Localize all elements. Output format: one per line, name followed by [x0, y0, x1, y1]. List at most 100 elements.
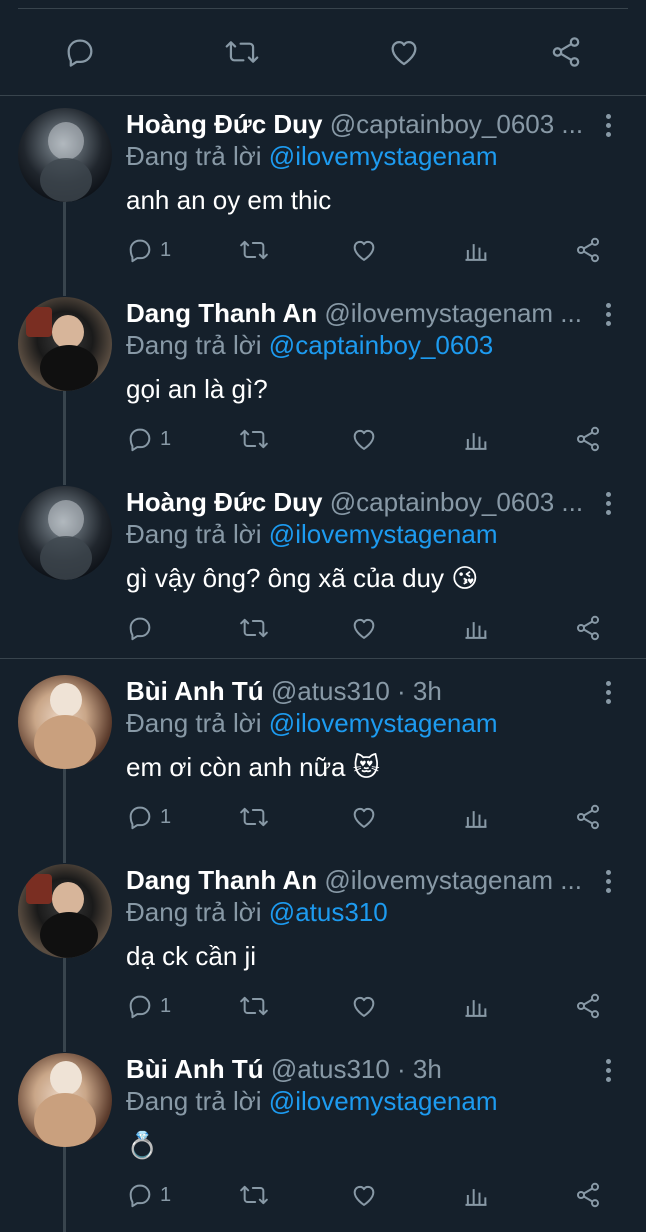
mention-link[interactable]: @ilovemystagenam [269, 519, 498, 549]
share-button[interactable] [574, 421, 602, 457]
like-button[interactable] [350, 1177, 378, 1213]
reply-button[interactable]: 1 [126, 421, 171, 457]
display-name[interactable]: Dang Thanh An [126, 865, 317, 895]
like-button[interactable] [350, 421, 378, 457]
retweet-button[interactable] [238, 799, 270, 835]
tweet[interactable]: Bùi Anh Tú @atus310 · 3h Đang trả lời @i… [0, 1045, 646, 1232]
handle[interactable]: @ilovemystagenam ... [324, 865, 582, 895]
reply-button[interactable] [62, 34, 98, 70]
reply-icon [129, 428, 151, 452]
avatar[interactable] [18, 864, 112, 958]
like-button[interactable] [386, 34, 422, 70]
display-name[interactable]: Hoàng Đức Duy [126, 109, 323, 139]
heart-icon [353, 240, 375, 261]
share-icon [552, 37, 580, 67]
heart-icon [353, 807, 375, 828]
handle[interactable]: @captainboy_0603 ... [330, 487, 583, 517]
mention-link[interactable]: @ilovemystagenam [269, 1086, 498, 1116]
avatar[interactable] [18, 297, 112, 391]
mention-link[interactable]: @ilovemystagenam [269, 141, 498, 171]
retweet-icon [240, 807, 268, 827]
retweet-button[interactable] [238, 610, 270, 646]
tweet[interactable]: Hoàng Đức Duy @captainboy_0603 ... Đang … [0, 100, 646, 289]
reply-count: 1 [160, 994, 172, 1017]
more-options-icon[interactable] [600, 490, 618, 518]
tweet-actions: 1 [126, 799, 606, 835]
share-button[interactable] [548, 34, 584, 70]
handle[interactable]: @atus310 · 3h [271, 676, 442, 706]
handle[interactable]: @captainboy_0603 ... [330, 109, 583, 139]
analytics-button[interactable] [462, 988, 490, 1024]
tweet-text: dạ ck cần ji [126, 941, 257, 971]
mention-link[interactable]: @atus310 [269, 897, 388, 927]
share-button[interactable] [574, 1177, 602, 1213]
tweet[interactable]: Dang Thanh An @ilovemystagenam ... Đang … [0, 289, 646, 478]
retweet-button[interactable] [224, 34, 260, 70]
analytics-icon [465, 622, 487, 639]
tweet-text: gì vậy ông? ông xã của duy 😘 [126, 563, 479, 593]
tweet[interactable]: Bùi Anh Tú @atus310 · 3h Đang trả lời @i… [0, 667, 646, 856]
replying-to: Đang trả lời @ilovemystagenam [126, 141, 498, 171]
display-name[interactable]: Dang Thanh An [126, 298, 317, 328]
analytics-icon [465, 244, 487, 261]
display-name[interactable]: Hoàng Đức Duy [126, 487, 323, 517]
more-options-icon[interactable] [600, 301, 618, 329]
handle[interactable]: @atus310 · 3h [271, 1054, 442, 1084]
analytics-button[interactable] [462, 610, 490, 646]
like-button[interactable] [350, 610, 378, 646]
display-name[interactable]: Bùi Anh Tú [126, 1054, 264, 1084]
reply-button[interactable]: 1 [126, 988, 171, 1024]
mention-link[interactable]: @captainboy_0603 [269, 330, 493, 360]
more-options-icon[interactable] [600, 868, 618, 896]
tweet-text: 💍 [126, 1130, 159, 1160]
retweet-button[interactable] [238, 421, 270, 457]
reply-count: 1 [160, 427, 172, 450]
like-button[interactable] [350, 988, 378, 1024]
reply-count: 1 [160, 238, 172, 261]
reply-button[interactable]: 1 [126, 232, 171, 268]
more-options-icon[interactable] [600, 112, 618, 140]
retweet-button[interactable] [238, 1177, 270, 1213]
reply-icon [129, 995, 151, 1019]
like-button[interactable] [350, 799, 378, 835]
retweet-icon [240, 618, 268, 638]
avatar[interactable] [18, 486, 112, 580]
mention-link[interactable]: @ilovemystagenam [269, 708, 498, 738]
share-button[interactable] [574, 610, 602, 646]
tweet[interactable]: Dang Thanh An @ilovemystagenam ... Đang … [0, 856, 646, 1045]
retweet-button[interactable] [238, 232, 270, 268]
tweet-actions: 1 [126, 1177, 606, 1213]
section-divider [0, 95, 646, 96]
display-name[interactable]: Bùi Anh Tú [126, 676, 264, 706]
analytics-icon [465, 1000, 487, 1017]
reply-button[interactable]: 1 [126, 1177, 171, 1213]
avatar[interactable] [18, 1053, 112, 1147]
analytics-button[interactable] [462, 421, 490, 457]
share-icon [576, 993, 600, 1019]
avatar[interactable] [18, 675, 112, 769]
tweet-actions: 1 [126, 232, 606, 268]
retweet-button[interactable] [238, 988, 270, 1024]
share-button[interactable] [574, 799, 602, 835]
reply-button[interactable] [126, 610, 160, 646]
share-button[interactable] [574, 232, 602, 268]
avatar[interactable] [18, 108, 112, 202]
top-divider [18, 8, 628, 9]
share-icon [576, 237, 600, 263]
heart-icon [353, 429, 375, 450]
analytics-button[interactable] [462, 232, 490, 268]
tweet-actions: 1 [126, 988, 606, 1024]
handle[interactable]: @ilovemystagenam ... [324, 298, 582, 328]
reply-button[interactable]: 1 [126, 799, 171, 835]
tweet[interactable]: Hoàng Đức Duy @captainboy_0603 ... Đang … [0, 478, 646, 658]
retweet-icon [240, 1185, 268, 1205]
more-options-icon[interactable] [600, 1057, 618, 1085]
analytics-icon [465, 433, 487, 450]
analytics-button[interactable] [462, 1177, 490, 1213]
tweet-text: anh an oy em thic [126, 185, 332, 215]
like-button[interactable] [350, 232, 378, 268]
analytics-button[interactable] [462, 799, 490, 835]
more-options-icon[interactable] [600, 679, 618, 707]
retweet-icon [240, 240, 268, 260]
share-button[interactable] [574, 988, 602, 1024]
